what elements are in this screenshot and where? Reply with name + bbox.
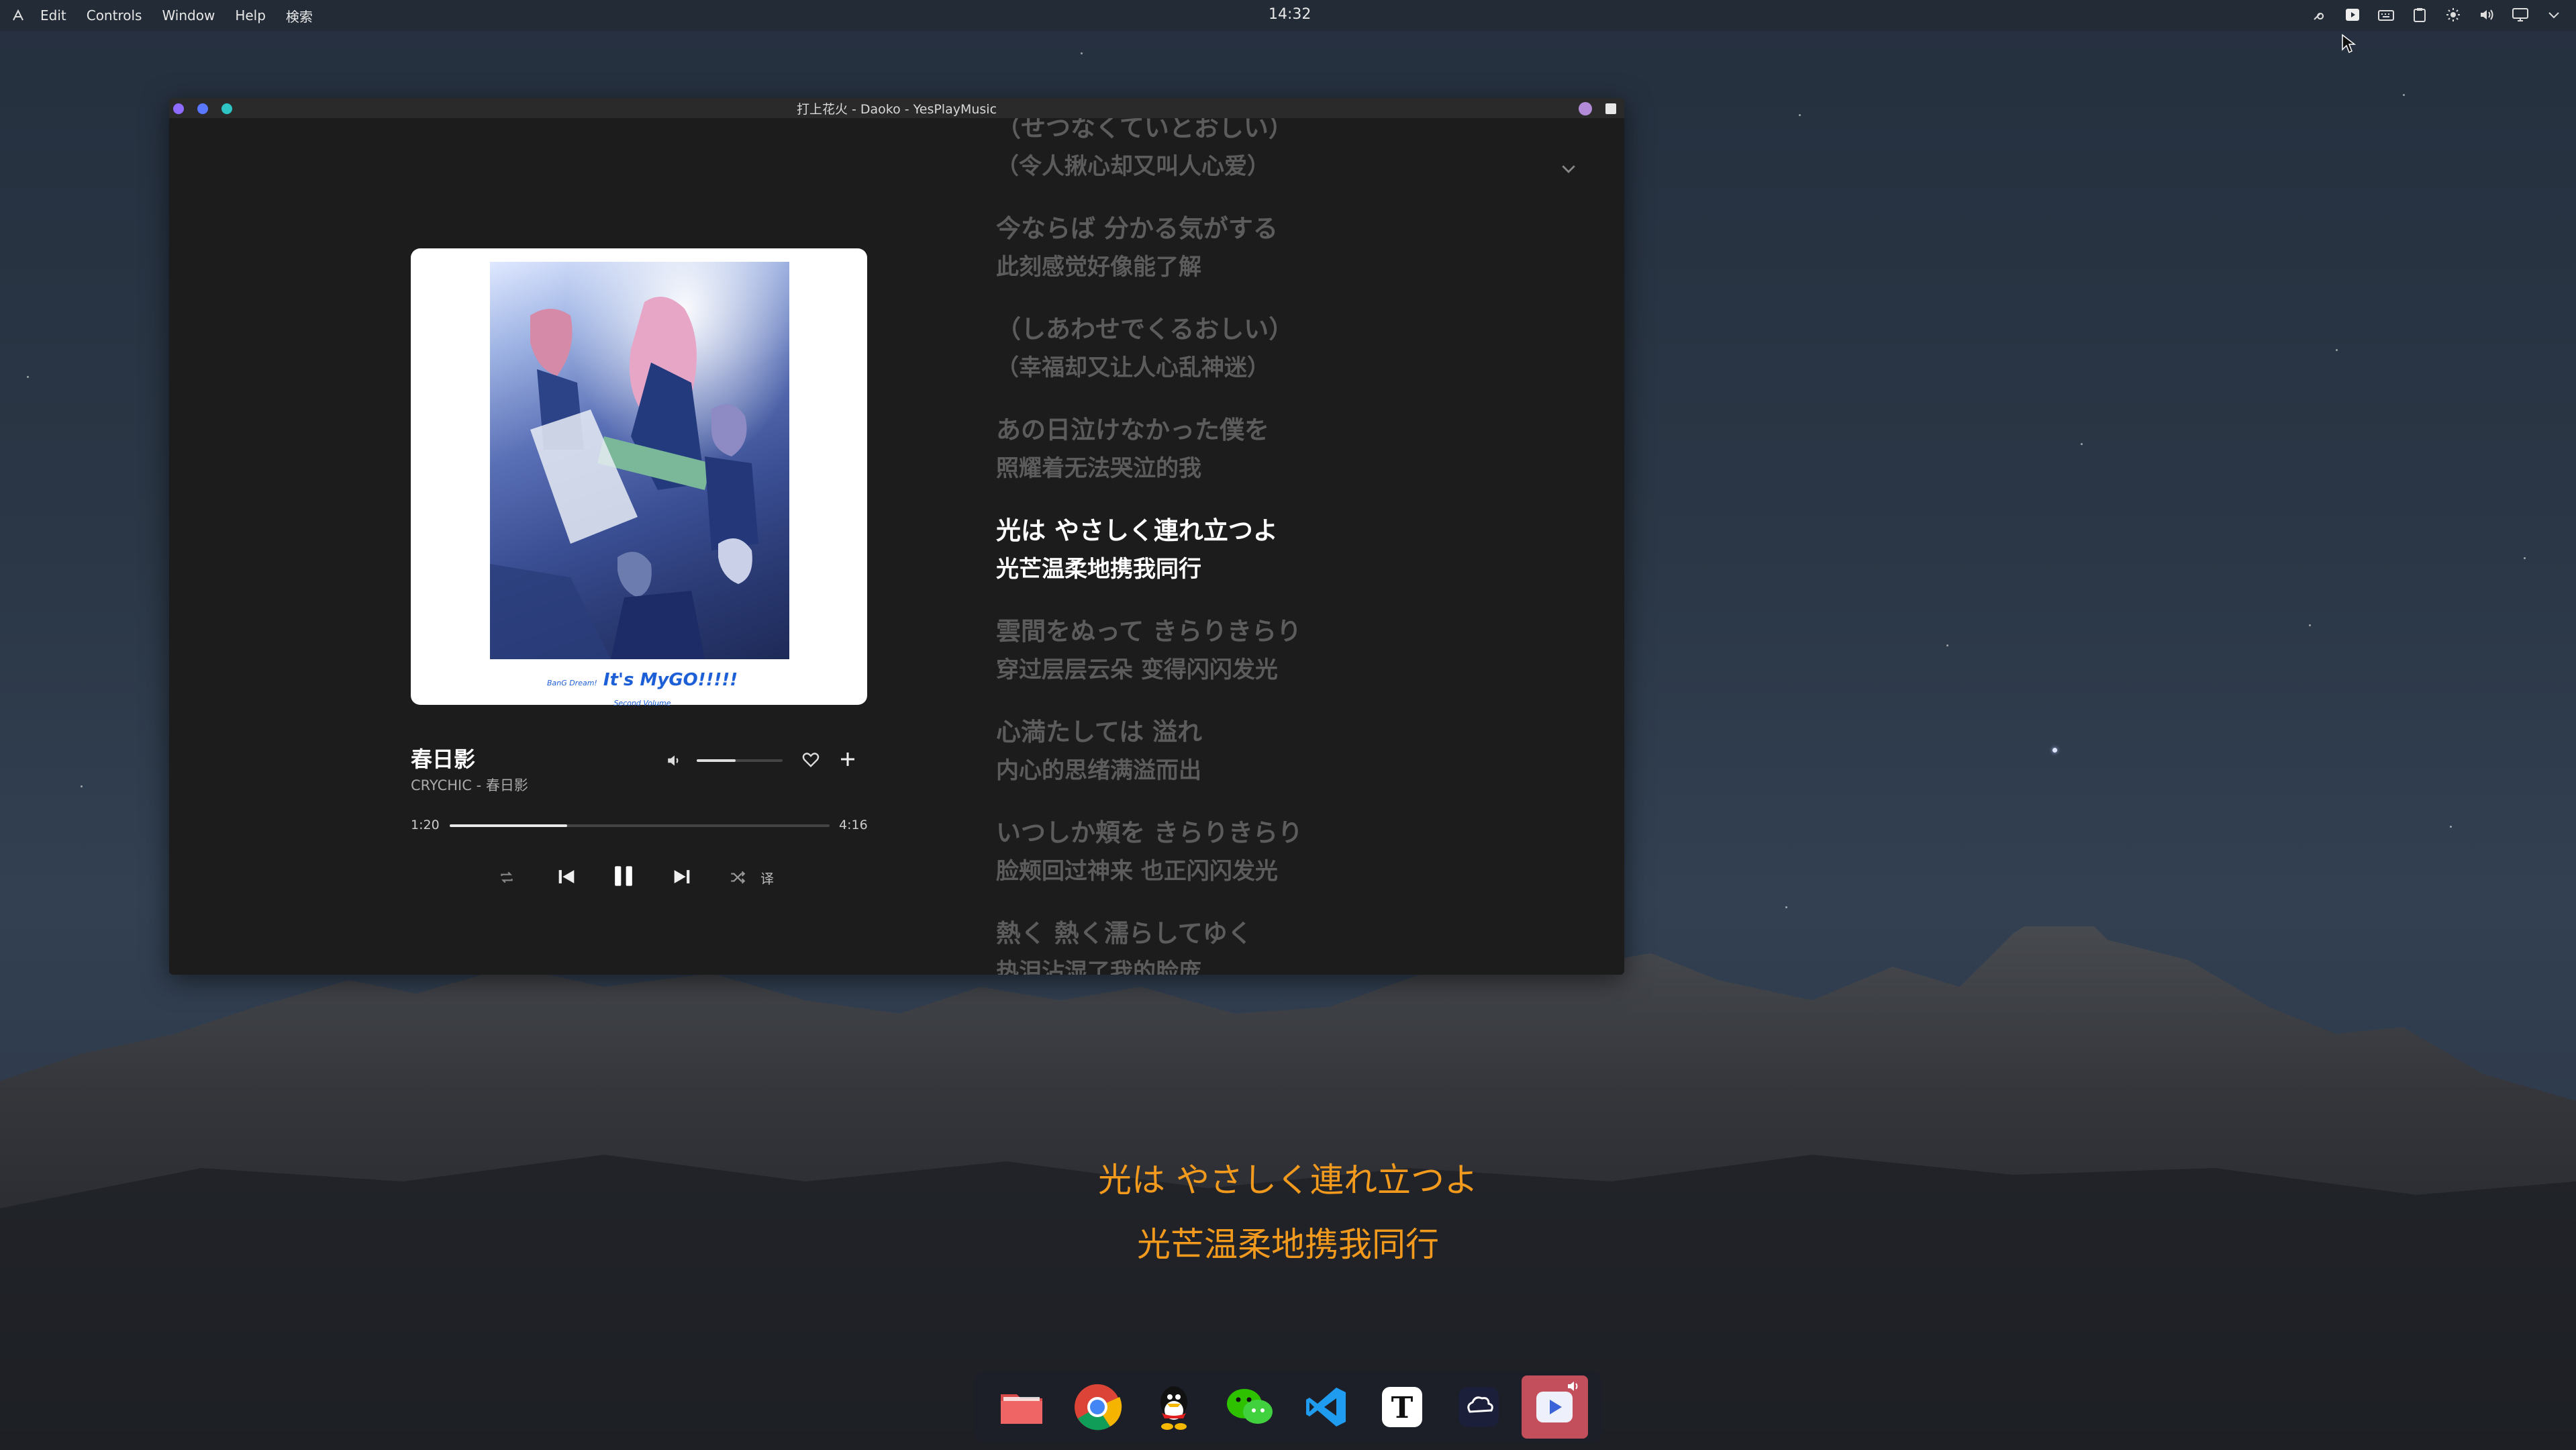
lyric-original: （しあわせでくるおしい） (996, 315, 1294, 344)
menu-controls[interactable]: Controls (87, 7, 142, 23)
dock: T (975, 1372, 1601, 1442)
files-app-icon[interactable] (988, 1375, 1055, 1439)
lyric-original: 光は やさしく連れ立つよ (996, 516, 1278, 545)
repeat-icon[interactable] (495, 866, 518, 889)
qq-icon[interactable] (1140, 1375, 1207, 1439)
lyric-translation: 内心的思绪满溢而出 (996, 757, 1201, 784)
speaker-icon (1568, 1382, 1578, 1391)
lyric-original: 心満たしては 溢れ (996, 718, 1203, 746)
volume-icon[interactable] (2477, 5, 2497, 25)
brightness-icon[interactable] (2443, 5, 2463, 25)
previous-track-icon[interactable] (553, 863, 580, 890)
song-title[interactable]: 春日影 (411, 742, 475, 773)
window-menu-button[interactable] (1605, 103, 1616, 114)
progress-level (450, 824, 568, 827)
lyric-translation: 穿过层层云朵 变得闪闪发光 (996, 657, 1278, 683)
lyric-translation: 此刻感觉好像能了解 (996, 254, 1201, 281)
volume-level (697, 759, 736, 762)
lyric-translation: （幸福却又让人心乱神迷） (996, 354, 1270, 381)
maximize-button[interactable] (221, 103, 232, 114)
lyric-translation: （令人揪心却又叫人心爱） (996, 153, 1270, 180)
svg-text:T: T (1391, 1391, 1414, 1425)
like-heart-icon[interactable] (801, 751, 820, 769)
keyboard-icon[interactable] (2376, 5, 2396, 25)
cloud-app-icon[interactable] (1445, 1375, 1512, 1439)
menu-bar: Edit Controls Window Help 検索 14:32 (0, 0, 2576, 31)
lyric-line[interactable]: いつしか頬を きらりきらり 脸颊回过神来 也正闪闪发光 (996, 812, 1303, 885)
volume-icon[interactable] (666, 752, 683, 769)
lyric-original: あの日泣けなかった僕を (996, 416, 1269, 444)
album-artwork (490, 262, 789, 659)
album-cover: BanG Dream! It's MyGO!!!!! Second Volume (411, 248, 867, 708)
chrome-icon[interactable] (1064, 1375, 1132, 1439)
minimize-button[interactable] (197, 103, 208, 114)
window-title: 打上花火 - Daoko - YesPlayMusic (796, 101, 997, 117)
display-icon[interactable] (2510, 5, 2530, 25)
add-to-playlist-icon[interactable] (838, 749, 858, 769)
lyric-original: （せつなくていとおしい） (996, 118, 1293, 142)
volume-slider[interactable] (697, 759, 783, 762)
system-tray (2309, 5, 2564, 25)
clock[interactable]: 14:32 (1269, 6, 1311, 23)
lyric-translation: 光芒温柔地携我同行 (996, 556, 1201, 583)
vscode-icon[interactable] (1293, 1375, 1360, 1439)
desktop-lyric-translation: 光芒温柔地携我同行 (1137, 1225, 1439, 1264)
app-launcher-icon[interactable] (9, 7, 27, 24)
window-titlebar[interactable]: 打上花火 - Daoko - YesPlayMusic (169, 98, 1624, 118)
album-logo: BanG Dream! It's MyGO!!!!! Second Volume (546, 670, 738, 708)
keep-above-button[interactable] (1579, 102, 1592, 115)
mouse-cursor-icon (2342, 34, 2356, 54)
close-button[interactable] (173, 103, 184, 114)
desktop-lyric-line: 光は やさしく連れ立つよ (1098, 1161, 1478, 1200)
pause-icon[interactable] (607, 859, 640, 893)
key-icon[interactable] (2309, 5, 2329, 25)
translate-toggle[interactable]: 译 (756, 866, 779, 889)
menu-window[interactable]: Window (162, 7, 215, 23)
lyric-line[interactable]: （しあわせでくるおしい） （幸福却又让人心乱神迷） (996, 309, 1293, 382)
lyric-original: 雲間をぬって きらりきらり (996, 617, 1302, 646)
play-icon[interactable] (2342, 5, 2363, 25)
shuffle-icon[interactable] (726, 866, 749, 889)
yesplaymusic-icon[interactable] (1521, 1375, 1588, 1439)
lyric-original: いつしか頬を きらりきらり (996, 818, 1303, 847)
chevron-down-icon[interactable] (1558, 158, 1583, 183)
lyric-translation: 脸颊回过神来 也正闪闪发光 (996, 858, 1278, 885)
lyric-line[interactable]: 雲間をぬって きらりきらり 穿过层层云朵 变得闪闪发光 (996, 611, 1301, 684)
typora-icon[interactable]: T (1369, 1375, 1436, 1439)
lyric-original: 今ならば 分かる気がする (996, 214, 1278, 243)
menu-search[interactable]: 検索 (286, 6, 313, 26)
next-track-icon[interactable] (668, 863, 695, 890)
player-window: 打上花火 - Daoko - YesPlayMusic BanG Dream! … (169, 98, 1624, 975)
lyric-original: 熱く 熱く濡らしてゆく (996, 919, 1252, 948)
lyric-line[interactable]: あの日泣けなかった僕を 照耀着无法哭泣的我 (996, 409, 1269, 483)
menu-edit[interactable]: Edit (40, 7, 66, 23)
wechat-icon[interactable] (1217, 1375, 1284, 1439)
time-total: 4:16 (839, 818, 868, 832)
lyric-translation: 照耀着无法哭泣的我 (996, 455, 1201, 482)
lyric-line[interactable]: 心満たしては 溢れ 内心的思绪满溢而出 (996, 712, 1202, 785)
player-content: BanG Dream! It's MyGO!!!!! Second Volume… (169, 118, 1624, 975)
lyric-line[interactable]: 熱く 熱く濡らしてゆく热泪沾湿了我的脸庞 (996, 913, 1252, 975)
lyric-translation: 热泪沾湿了我的脸庞 (996, 959, 1201, 975)
lyric-line[interactable]: 今ならば 分かる気がする 此刻感觉好像能了解 (996, 208, 1278, 281)
clipboard-icon[interactable] (2410, 5, 2430, 25)
lyrics-panel: （せつなくていとおしい） （令人揪心却又叫人心爱） 今ならば 分かる気がする 此刻感觉… (996, 118, 1587, 975)
lyric-line[interactable]: （せつなくていとおしい） （令人揪心却又叫人心爱） (996, 118, 1293, 181)
chevron-down-icon[interactable] (2544, 5, 2564, 25)
time-current: 1:20 (411, 818, 440, 832)
progress-slider[interactable] (450, 824, 830, 827)
song-artist[interactable]: CRYCHIC - 春日影 (411, 775, 528, 795)
menu-help[interactable]: Help (235, 7, 266, 23)
lyric-line-current[interactable]: 光は やさしく連れ立つよ 光芒温柔地携我同行 (996, 510, 1278, 583)
